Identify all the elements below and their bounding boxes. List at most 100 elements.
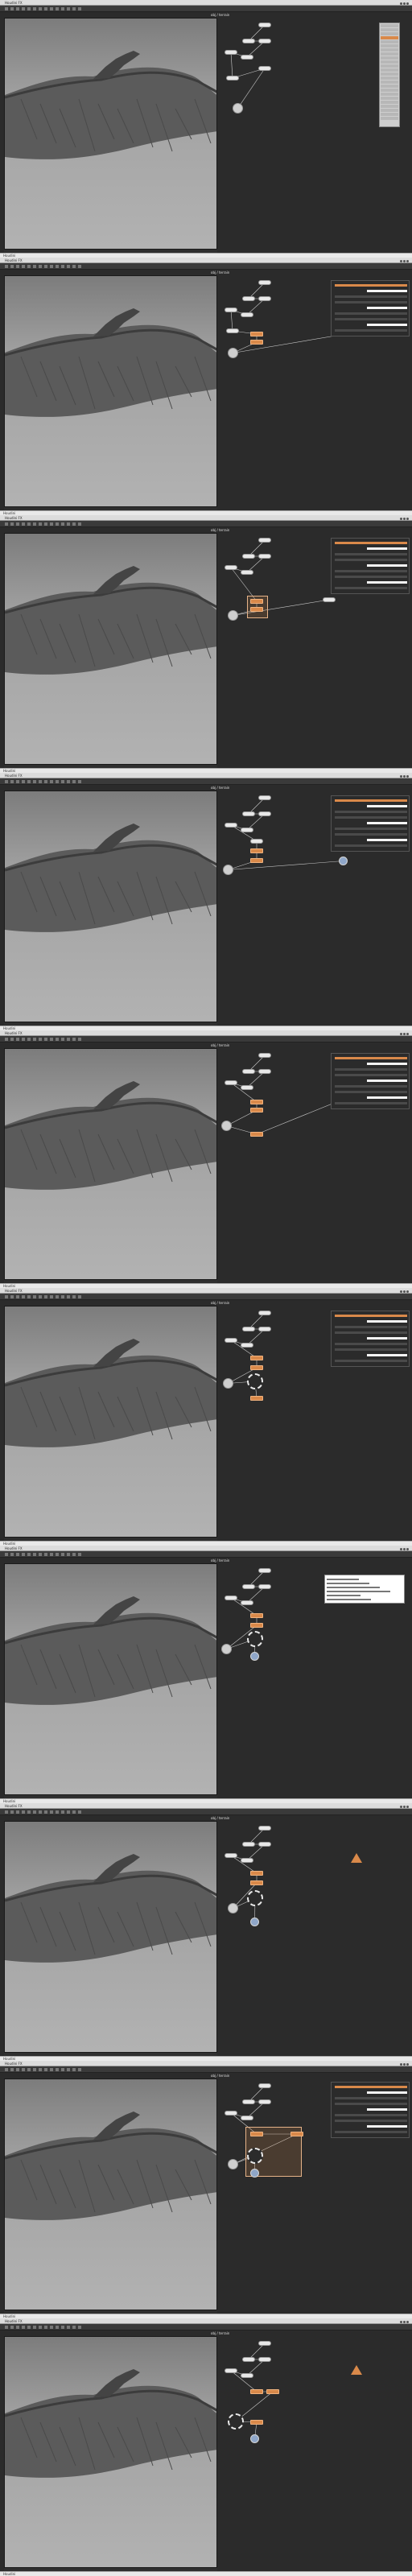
menu-icon[interactable] [39,1810,42,1814]
menu-icon[interactable] [44,780,47,783]
network-node[interactable] [225,1080,237,1085]
menu-icon[interactable] [72,522,76,526]
network-node[interactable] [223,865,233,875]
parameter-row[interactable] [335,1085,407,1088]
scene-viewport[interactable] [4,18,217,250]
network-editor[interactable] [218,1821,412,2056]
parameter-row[interactable] [335,329,407,332]
parameter-row[interactable] [367,822,407,824]
menu-icon[interactable] [22,7,25,10]
menu-icon[interactable] [56,1553,59,1556]
menu-icon[interactable] [10,780,14,783]
menu-icon[interactable] [27,1810,31,1814]
menu-icon[interactable] [78,1038,81,1041]
menu-item[interactable] [381,117,398,120]
menu-icon[interactable] [22,1810,25,1814]
network-node[interactable] [242,1327,255,1331]
network-node[interactable] [250,1880,263,1885]
menu-icon[interactable] [61,1810,64,1814]
menu-icon[interactable] [56,1295,59,1298]
menu-icon[interactable] [78,522,81,526]
menu-icon[interactable] [39,265,42,268]
menu-item[interactable] [381,56,398,60]
network-node[interactable] [258,280,271,285]
window-controls[interactable] [399,774,409,778]
network-node[interactable] [258,554,271,559]
menu-icon[interactable] [72,780,76,783]
node-info-popup[interactable] [324,1575,405,1604]
parameter-row[interactable] [367,564,407,567]
network-node[interactable] [250,1365,263,1370]
network-node[interactable] [250,1613,263,1618]
menu-icon[interactable] [5,1553,8,1556]
menu-icon[interactable] [50,780,53,783]
menu-item[interactable] [381,97,398,100]
menu-icon[interactable] [67,1810,70,1814]
menu-icon[interactable] [50,1810,53,1814]
menu-icon[interactable] [27,2326,31,2329]
menu-icon[interactable] [50,1553,53,1556]
menu-icon[interactable] [10,2326,14,2329]
network-node[interactable] [258,2357,271,2362]
menu-icon[interactable] [5,780,8,783]
menu-icon[interactable] [44,7,47,10]
parameter-row[interactable] [367,1080,407,1082]
window-controls[interactable] [399,1547,409,1550]
parameter-row[interactable] [367,2125,407,2128]
menu-icon[interactable] [78,2326,81,2329]
parameter-row[interactable] [367,547,407,550]
network-editor[interactable] [218,2336,412,2571]
network-node[interactable] [258,1568,271,1573]
parameter-row[interactable] [367,2091,407,2094]
network-node[interactable] [247,1631,263,1647]
menu-icon[interactable] [67,780,70,783]
menu-item[interactable] [381,80,398,84]
menu-icon[interactable] [33,1038,36,1041]
parameter-row[interactable] [367,307,407,309]
network-node[interactable] [226,328,239,333]
menu-icon[interactable] [78,2068,81,2071]
parameter-row[interactable] [335,559,407,561]
network-node[interactable] [258,39,271,43]
network-node[interactable] [225,50,237,55]
network-node[interactable] [241,570,253,575]
menu-icon[interactable] [61,2068,64,2071]
menu-icon[interactable] [10,2068,14,2071]
network-node[interactable] [258,1311,271,1315]
menu-icon[interactable] [61,265,64,268]
menu-icon[interactable] [33,7,36,10]
parameter-row[interactable] [335,1102,407,1104]
network-node[interactable] [241,1600,253,1605]
menu-item[interactable] [381,105,398,108]
menu-icon[interactable] [27,780,31,783]
menu-icon[interactable] [5,1295,8,1298]
menu-icon[interactable] [44,1553,47,1556]
menu-item[interactable] [381,32,398,35]
window-controls[interactable] [399,517,409,520]
network-node[interactable] [225,308,237,312]
menu-icon[interactable] [67,1295,70,1298]
network-node[interactable] [258,2341,271,2346]
menu-item[interactable] [381,36,398,39]
network-node[interactable] [228,2159,238,2169]
menu-icon[interactable] [16,265,19,268]
menu-icon[interactable] [61,1038,64,1041]
menu-item[interactable] [381,85,398,88]
menu-icon[interactable] [67,2326,70,2329]
menu-icon[interactable] [61,2326,64,2329]
menu-icon[interactable] [44,2326,47,2329]
menu-icon[interactable] [44,522,47,526]
menu-icon[interactable] [67,2068,70,2071]
menu-icon[interactable] [33,780,36,783]
menu-icon[interactable] [33,265,36,268]
scene-viewport[interactable] [4,1563,217,1795]
parameter-row[interactable] [335,1343,407,1345]
menu-icon[interactable] [33,2326,36,2329]
network-node[interactable] [223,1378,233,1389]
parameter-row[interactable] [335,1074,407,1076]
parameter-row[interactable] [367,2108,407,2111]
menu-icon[interactable] [78,7,81,10]
menu-icon[interactable] [72,1295,76,1298]
network-node[interactable] [241,55,253,60]
parameter-row[interactable] [335,295,407,298]
